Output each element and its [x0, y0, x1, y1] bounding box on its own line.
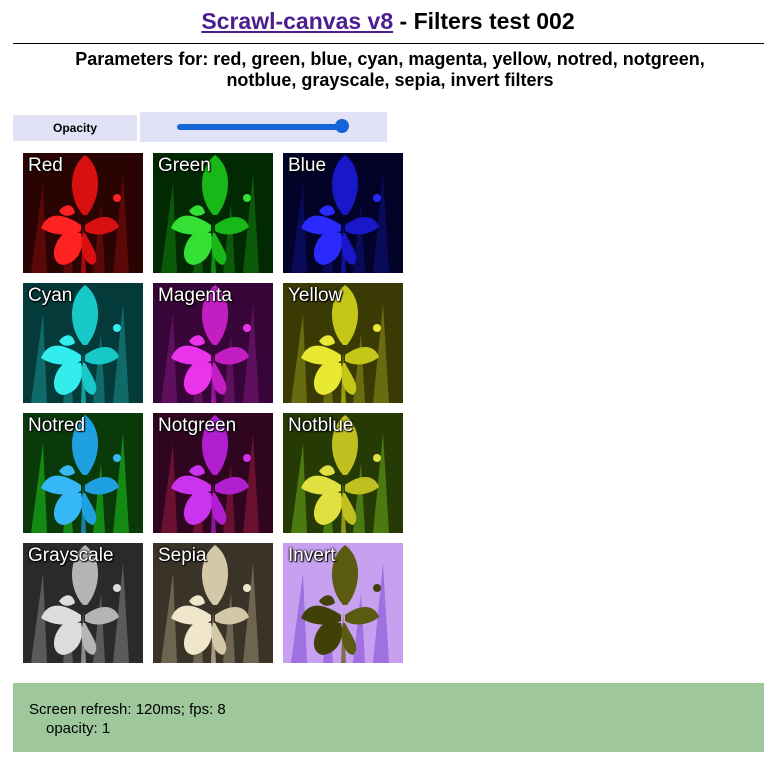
filter-tile-label: Cyan [28, 285, 73, 306]
filter-tile-yellow: Yellow [283, 283, 403, 403]
opacity-slider-thumb[interactable] [335, 119, 349, 133]
filter-tile-label: Blue [288, 155, 327, 176]
report-panel: Screen refresh: 120ms; fps: 8 opacity: 1 [13, 683, 764, 752]
filter-tile-grayscale: Grayscale [23, 543, 143, 663]
refresh-readout: Screen refresh: 120ms; fps: 8 [29, 701, 226, 718]
page-subtitle: Parameters for: red, green, blue, cyan, … [75, 49, 705, 90]
filter-tile-notgreen: Notgreen [153, 413, 273, 533]
filter-tile-blue: Blue [283, 153, 403, 273]
filter-tile-label: Notred [28, 415, 86, 436]
filter-tile-label: Green [158, 155, 211, 176]
filter-tile-red: Red [23, 153, 143, 273]
opacity-slider-track[interactable] [177, 124, 343, 130]
filter-tile-label: Yellow [288, 285, 343, 306]
filter-tile-label: Sepia [158, 545, 207, 566]
filter-tile-cyan: Cyan [23, 283, 143, 403]
opacity-slider-container [140, 112, 387, 142]
page-title-text: - Filters test 002 [393, 8, 575, 34]
header-divider [13, 43, 764, 44]
filter-tile-notblue: Notblue [283, 413, 403, 533]
filter-tile-notred: Notred [23, 413, 143, 533]
filter-tile-label: Magenta [158, 285, 232, 306]
filter-tile-label: Invert [288, 545, 336, 566]
opacity-label: Opacity [13, 115, 137, 141]
filter-tile-magenta: Magenta [153, 283, 273, 403]
filter-tile-green: Green [153, 153, 273, 273]
filter-tile-label: Notgreen [158, 415, 237, 436]
filter-tile-label: Notblue [288, 415, 354, 436]
scrawl-canvas-link[interactable]: Scrawl-canvas v8 [201, 8, 393, 34]
opacity-readout: opacity: 1 [46, 720, 111, 737]
filter-tile-label: Grayscale [28, 545, 114, 566]
page-title: Scrawl-canvas v8 - Filters test 002 [0, 8, 776, 35]
filter-tile-invert: Invert [283, 543, 403, 663]
filter-tile-sepia: Sepia [153, 543, 273, 663]
filter-tile-label: Red [28, 155, 63, 176]
